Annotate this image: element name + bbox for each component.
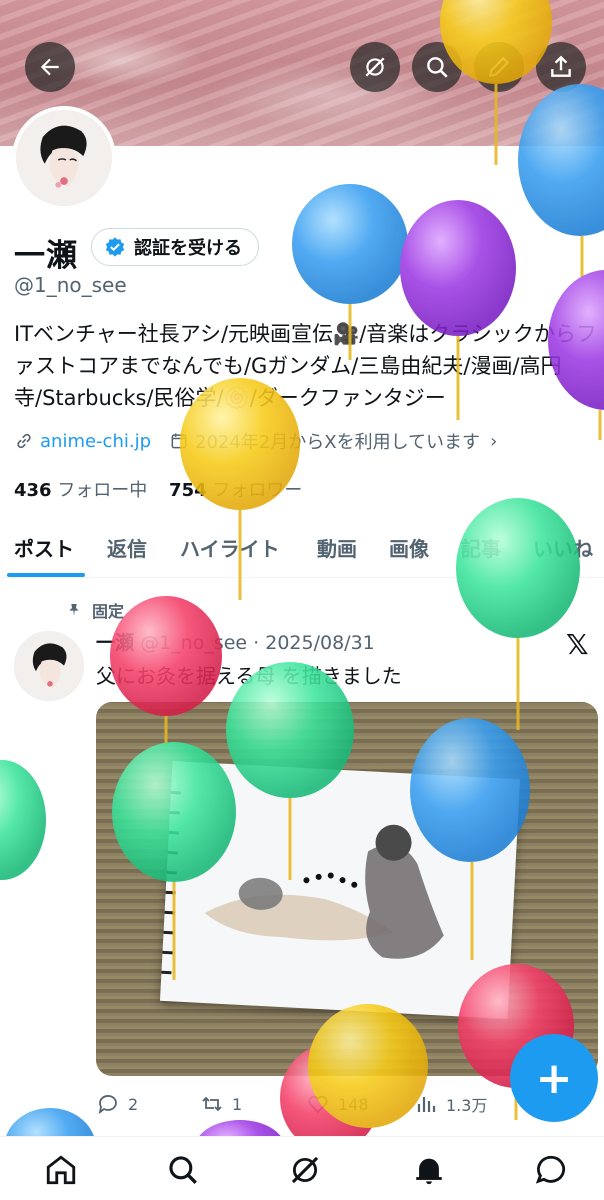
tab-images[interactable]: 画像 [389, 520, 429, 562]
repost-button[interactable]: 1 [200, 1092, 242, 1116]
tab-posts[interactable]: ポスト [14, 520, 74, 562]
x-logo-icon: 𝕏 [566, 628, 589, 661]
search-icon [427, 57, 448, 78]
compose-button[interactable]: + [510, 1034, 598, 1122]
chevron-right-icon[interactable]: › [490, 431, 497, 452]
tab-articles[interactable]: 記事 [461, 520, 501, 562]
get-verified-label: 認証を受ける [134, 238, 242, 259]
like-count: 148 [338, 1094, 369, 1114]
share-icon [551, 55, 571, 77]
tab-replies[interactable]: 返信 [107, 520, 147, 562]
grok-button[interactable] [350, 42, 400, 92]
following-count: 436 [14, 480, 52, 501]
pinned-indicator: 固定 [66, 598, 124, 622]
back-button[interactable] [25, 42, 75, 92]
heart-icon [308, 1095, 328, 1114]
following-label: フォロー中 [57, 480, 148, 501]
profile-name: 一瀬 [14, 238, 78, 274]
edit-button[interactable] [474, 42, 524, 92]
post-author-handle[interactable]: @1_no_see [140, 632, 247, 654]
like-button[interactable]: 148 [306, 1092, 369, 1116]
profile-tabs: ポスト 返信 ハイライト 動画 画像 記事 いいね [0, 520, 604, 578]
post-author-name[interactable]: 一瀬 [96, 632, 134, 654]
watercolor-drawing [157, 790, 444, 975]
profile-meta: anime-chi.jp 2024年2月からXを利用しています › [14, 428, 497, 454]
follow-stats: 436 フォロー中 754 フォロワー [14, 476, 302, 502]
views-button[interactable]: 1.3万 [414, 1092, 487, 1116]
repost-icon [202, 1096, 222, 1112]
pencil-icon [488, 56, 510, 78]
avatar-illustration [15, 632, 83, 700]
post-avatar[interactable] [14, 631, 84, 701]
profile-bio: ITベンチャー社長アシ/元映画宣伝🎥/音楽はクラシックからファストコアまでなんで… [14, 322, 597, 410]
search-icon[interactable] [166, 1153, 200, 1187]
reply-count: 2 [128, 1094, 139, 1114]
bottom-nav [0, 1136, 604, 1200]
joined-date[interactable]: 2024年2月からXを利用しています [195, 428, 480, 454]
balloon-green-edge [0, 760, 46, 880]
active-tab-indicator [7, 573, 85, 577]
link-icon [17, 433, 31, 449]
repost-count: 1 [232, 1094, 243, 1114]
grok-icon[interactable] [288, 1153, 322, 1187]
following-link[interactable]: 436 フォロー中 [14, 480, 147, 501]
share-button[interactable] [536, 42, 586, 92]
search-button[interactable] [412, 42, 462, 92]
profile-avatar[interactable] [12, 106, 116, 210]
tab-highlights[interactable]: ハイライト [180, 520, 280, 562]
reply-icon [98, 1095, 117, 1115]
sketchbook-page [157, 761, 521, 1019]
pinned-label: 固定 [92, 602, 125, 621]
verified-badge-icon [105, 237, 125, 257]
followers-label: フォロワー [212, 480, 303, 501]
tab-videos[interactable]: 動画 [317, 520, 357, 562]
followers-count: 754 [169, 480, 207, 501]
pin-icon [69, 604, 79, 616]
profile-handle: @1_no_see [14, 273, 127, 297]
avatar-illustration [16, 110, 112, 206]
reply-button[interactable]: 2 [96, 1092, 138, 1116]
views-count: 1.3万 [446, 1096, 488, 1115]
tab-likes[interactable]: いいね [533, 520, 593, 562]
website-link[interactable]: anime-chi.jp [40, 431, 151, 452]
arrow-left-icon [40, 58, 59, 76]
post-image[interactable] [96, 702, 598, 1076]
analytics-icon [417, 1097, 436, 1112]
grok-icon [365, 57, 385, 77]
home-icon[interactable] [44, 1153, 78, 1187]
post-text: 父にお灸を据える母 を描きました [96, 664, 402, 688]
calendar-icon [171, 433, 187, 449]
messages-icon[interactable] [534, 1153, 568, 1187]
get-verified-button[interactable]: 認証を受ける [91, 228, 259, 266]
notifications-icon[interactable] [412, 1153, 446, 1187]
followers-link[interactable]: 754 フォロワー [169, 480, 302, 501]
post-date[interactable]: · 2025/08/31 [253, 632, 375, 654]
post-header: 一瀬 @1_no_see · 2025/08/31 [96, 628, 375, 655]
